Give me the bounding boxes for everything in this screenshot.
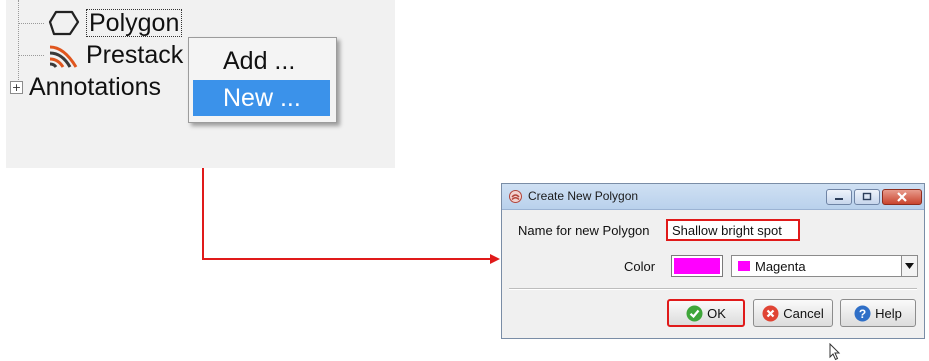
help-icon: ? bbox=[854, 305, 871, 321]
maximize-icon bbox=[862, 192, 872, 201]
help-button[interactable]: ? Help bbox=[840, 299, 916, 327]
color-select-value: Magenta bbox=[755, 259, 806, 274]
close-button[interactable] bbox=[882, 189, 922, 205]
ok-button[interactable]: OK bbox=[667, 299, 745, 327]
color-swatch-button[interactable] bbox=[671, 255, 723, 277]
minimize-icon bbox=[835, 198, 843, 200]
name-label: Name for new Polygon bbox=[518, 223, 650, 238]
button-label: Cancel bbox=[783, 305, 824, 321]
dialog-titlebar[interactable]: Create New Polygon bbox=[502, 184, 924, 210]
button-label: Help bbox=[875, 305, 902, 321]
check-icon bbox=[686, 305, 703, 321]
cancel-button[interactable]: Cancel bbox=[753, 299, 833, 327]
chevron-down-icon bbox=[905, 263, 914, 269]
color-swatch-fill bbox=[674, 258, 720, 274]
color-select[interactable]: Magenta bbox=[731, 255, 918, 277]
create-polygon-dialog: Create New Polygon Name for new Polygon … bbox=[501, 183, 925, 339]
button-label: OK bbox=[707, 305, 726, 321]
cancel-icon bbox=[762, 305, 779, 321]
svg-text:?: ? bbox=[859, 307, 866, 321]
app-icon bbox=[509, 190, 522, 203]
polygon-name-input[interactable] bbox=[666, 219, 800, 241]
mouse-cursor-icon bbox=[829, 343, 841, 361]
separator bbox=[509, 288, 917, 290]
minimize-button[interactable] bbox=[826, 189, 852, 205]
close-icon bbox=[897, 192, 907, 202]
color-label: Color bbox=[624, 259, 656, 274]
maximize-button[interactable] bbox=[854, 189, 880, 205]
dropdown-button[interactable] bbox=[901, 256, 917, 276]
dialog-title: Create New Polygon bbox=[528, 189, 639, 203]
color-chip bbox=[738, 261, 750, 271]
